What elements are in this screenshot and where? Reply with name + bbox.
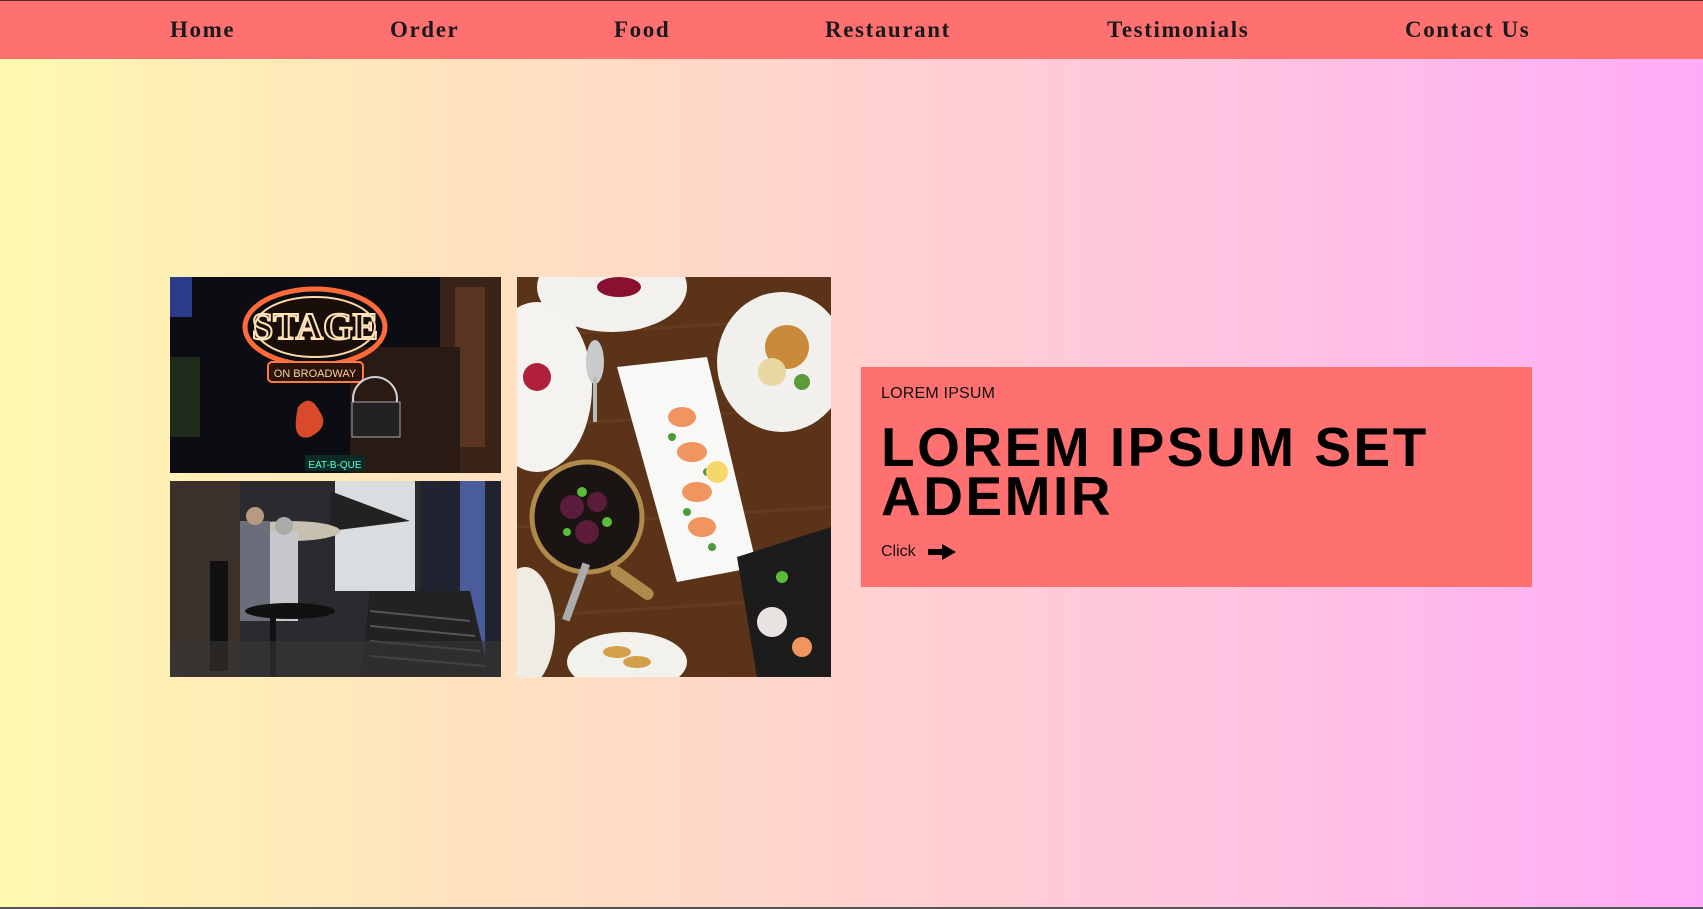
food-dishes-photo	[517, 277, 831, 677]
hero-eyebrow: LOREM IPSUM	[881, 385, 996, 402]
svg-text:ON BROADWAY: ON BROADWAY	[274, 368, 357, 380]
svg-text:EAT-B-QUE: EAT-B-QUE	[308, 460, 361, 471]
nav-food[interactable]: Food	[614, 17, 670, 43]
svg-text:STAGE: STAGE	[252, 306, 378, 348]
nav-order[interactable]: Order	[390, 17, 459, 43]
nav-restaurant[interactable]: Restaurant	[825, 17, 951, 43]
neon-sign-photo: STAGE ON BROADWAY EAT-B-QUE	[170, 277, 501, 473]
nav-home[interactable]: Home	[170, 17, 235, 43]
hero-title: LOREM IPSUM SET ADEMIR	[881, 416, 1429, 527]
nav-contact-us[interactable]: Contact Us	[1405, 17, 1530, 43]
hero-cta-label: Click	[881, 543, 916, 560]
arrow-right-icon	[927, 544, 956, 560]
hero-card: LOREM IPSUM LOREM IPSUM SET ADEMIR Click	[861, 367, 1532, 587]
nav-testimonials[interactable]: Testimonials	[1107, 17, 1249, 43]
street-cafe-photo	[170, 481, 501, 677]
hero-cta-button[interactable]: Click	[881, 543, 956, 561]
top-navbar: Home Order Food Restaurant Testimonials …	[0, 0, 1703, 59]
